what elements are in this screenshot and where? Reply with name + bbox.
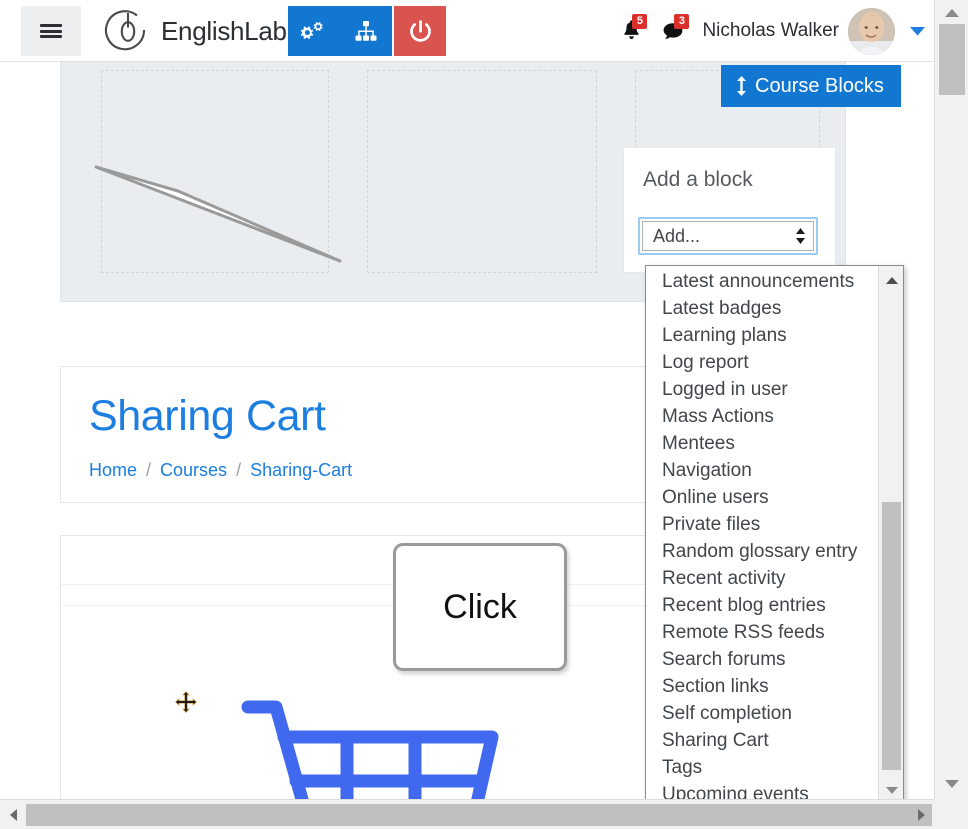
dropdown-option[interactable]: Logged in user <box>646 376 879 403</box>
move-cursor-glyph <box>174 690 198 714</box>
add-block-select-inner: Add... <box>642 221 814 251</box>
sitemap-icon[interactable] <box>340 6 392 56</box>
triangle-left-icon <box>9 808 17 821</box>
add-a-block-title: Add a block <box>643 168 753 191</box>
updown-arrows-icon <box>796 228 805 244</box>
dropdown-option[interactable]: Latest announcements <box>646 268 879 295</box>
block-select-dropdown: Latest announcements Latest badges Learnin… <box>645 265 904 799</box>
dropdown-option[interactable]: Mentees <box>646 430 879 457</box>
course-blocks-tab-label: Course Blocks <box>755 74 884 97</box>
breadcrumb-separator: / <box>146 460 152 480</box>
dropdown-option[interactable]: Self completion <box>646 700 879 727</box>
triangle-up-icon <box>885 276 898 284</box>
avatar[interactable] <box>848 7 895 55</box>
shopping-cart-icon <box>241 700 499 799</box>
hamburger-icon[interactable] <box>21 6 81 56</box>
breadcrumb-item-sharing-cart[interactable]: Sharing-Cart <box>250 460 352 481</box>
caret-down-glyph <box>910 26 925 35</box>
messages-icon[interactable]: 3 <box>656 14 690 48</box>
power-icon[interactable] <box>394 6 446 56</box>
block-placeholder-2[interactable] <box>367 70 597 273</box>
dropdown-option[interactable]: Tags <box>646 754 879 781</box>
arrows-vertical-glyph <box>737 76 746 96</box>
callout-label: Click <box>443 587 517 626</box>
block-option-list: Latest announcements Latest badges Learnin… <box>646 266 879 799</box>
breadcrumb-separator: / <box>236 460 242 480</box>
user-avatar-image <box>848 7 895 55</box>
callout-pointer <box>94 165 342 263</box>
dropdown-option[interactable]: Online users <box>646 484 879 511</box>
brand-name: EnglishLab <box>161 15 287 46</box>
dropdown-option[interactable]: Upcoming events <box>646 781 879 799</box>
scrollbar-corner <box>934 799 968 829</box>
notification-count-badge: 5 <box>632 14 648 29</box>
dropdown-scroll-up-button[interactable] <box>879 268 904 292</box>
triangle-up-icon <box>944 9 959 17</box>
horizontal-scroll-thumb[interactable] <box>26 804 932 826</box>
dropdown-scrollbar[interactable] <box>878 266 903 799</box>
power-glyph <box>409 19 431 42</box>
page-title: Sharing Cart <box>89 392 326 440</box>
admin-button-group <box>288 6 446 56</box>
scroll-left-button[interactable] <box>2 800 24 829</box>
hamburger-bars <box>40 21 62 40</box>
notifications-bell[interactable]: 5 <box>614 14 648 48</box>
dropdown-option[interactable]: Sharing Cart <box>646 727 879 754</box>
add-block-select-value: Add... <box>653 225 701 246</box>
top-navbar: EnglishLab 5 3 Nicholas Walker <box>0 0 934 62</box>
brand[interactable]: EnglishLab <box>104 4 287 58</box>
vertical-scroll-thumb[interactable] <box>939 24 965 95</box>
triangle-right-icon <box>917 808 925 821</box>
dropdown-option[interactable]: Recent activity <box>646 565 879 592</box>
arrows-vertical-icon <box>735 75 748 97</box>
scroll-right-button[interactable] <box>910 800 932 829</box>
englishlab-logo-icon <box>104 10 146 51</box>
dropdown-option[interactable]: Search forums <box>646 646 879 673</box>
caret-down-icon[interactable] <box>909 26 926 37</box>
window-vertical-scrollbar[interactable] <box>934 0 968 799</box>
course-blocks-tab[interactable]: Course Blocks <box>721 65 901 107</box>
breadcrumb-item-courses[interactable]: Courses <box>160 460 227 481</box>
dropdown-option[interactable]: Log report <box>646 349 879 376</box>
dropdown-scroll-down-button[interactable] <box>879 778 904 799</box>
user-name[interactable]: Nicholas Walker <box>702 20 839 42</box>
dropdown-option[interactable]: Recent blog entries <box>646 592 879 619</box>
sitemap-glyph <box>355 20 377 41</box>
breadcrumb: Home / Courses / Sharing-Cart <box>89 460 352 481</box>
dropdown-option[interactable]: Latest badges <box>646 295 879 322</box>
window-horizontal-scrollbar[interactable] <box>0 799 968 829</box>
triangle-down-icon <box>885 786 898 794</box>
dropdown-option[interactable]: Mass Actions <box>646 403 879 430</box>
dropdown-scroll-thumb[interactable] <box>882 502 901 770</box>
triangle-down-icon <box>944 780 959 788</box>
scroll-down-button[interactable] <box>935 773 968 795</box>
dropdown-option[interactable]: Section links <box>646 673 879 700</box>
message-count-badge: 3 <box>674 14 690 29</box>
dropdown-option[interactable]: Private files <box>646 511 879 538</box>
user-menu-area: 5 3 Nicholas Walker <box>614 0 926 62</box>
click-callout: Click <box>393 543 567 671</box>
cogs-glyph <box>301 21 323 40</box>
page-content: Add a block Add... Course Blocks Sharing… <box>0 62 934 799</box>
breadcrumb-item-home[interactable]: Home <box>89 460 137 481</box>
cogs-icon[interactable] <box>288 6 340 56</box>
dropdown-option[interactable]: Navigation <box>646 457 879 484</box>
scroll-up-button[interactable] <box>935 2 968 24</box>
dropdown-option[interactable]: Random glossary entry <box>646 538 879 565</box>
dropdown-option[interactable]: Learning plans <box>646 322 879 349</box>
add-a-block-card: Add a block Add... <box>623 148 836 273</box>
move-cursor-icon[interactable] <box>174 690 198 714</box>
browser-viewport: EnglishLab 5 3 Nicholas Walker Add a blo… <box>0 0 968 829</box>
add-block-select[interactable]: Add... <box>638 217 818 255</box>
dropdown-option[interactable]: Remote RSS feeds <box>646 619 879 646</box>
